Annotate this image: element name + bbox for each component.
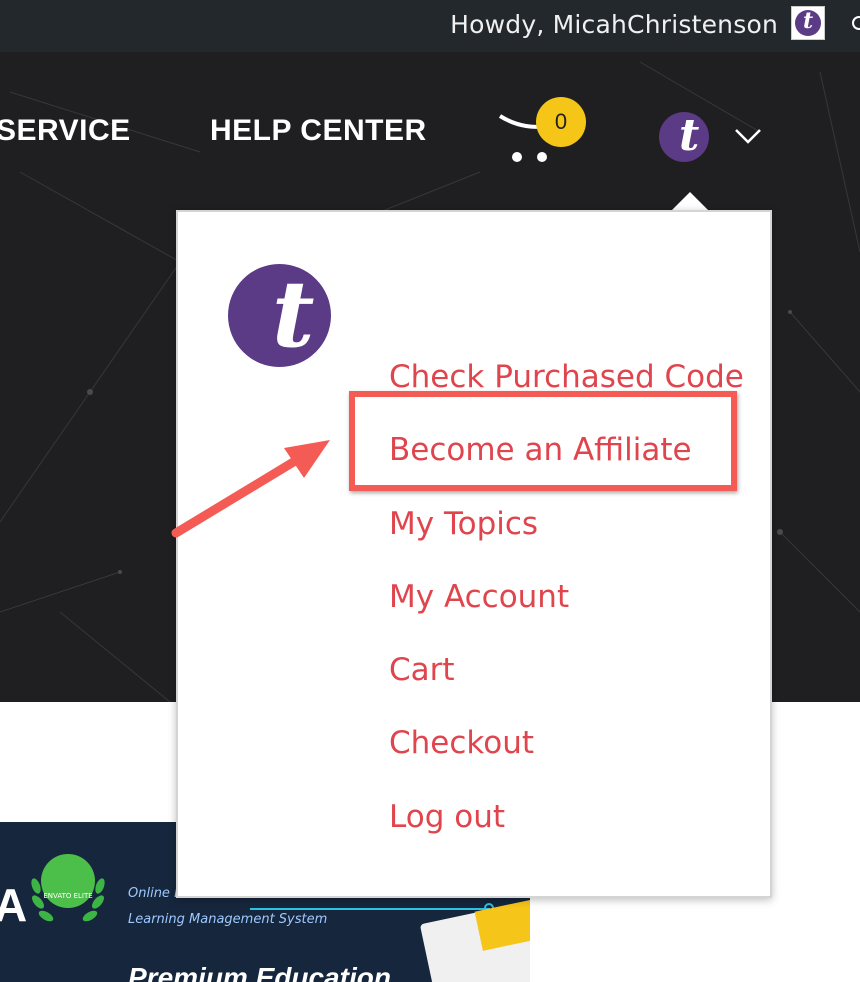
cart-count-badge[interactable]: 0: [536, 97, 586, 147]
menu-item-my-topics[interactable]: My Topics: [389, 504, 744, 577]
nav-item-help-center[interactable]: HELP CENTER: [210, 114, 427, 148]
howdy-greeting[interactable]: Howdy, MicahChristenson: [450, 10, 778, 39]
menu-item-checkout[interactable]: Checkout: [389, 723, 744, 796]
dropdown-caret: [672, 192, 708, 210]
banner-subtitle-1: Online E: [128, 886, 183, 901]
banner-big-letter: A: [0, 879, 28, 931]
user-dropdown-menu: t Check Purchased Code Become an Affilia…: [176, 210, 772, 898]
dropdown-avatar: t: [228, 264, 331, 367]
highlight-annotation-box: [349, 391, 737, 491]
nav-item-service[interactable]: SERVICE: [0, 114, 131, 148]
admin-bar-avatar[interactable]: t: [791, 6, 825, 40]
avatar-letter: t: [803, 8, 814, 34]
search-icon[interactable]: [852, 16, 860, 30]
admin-bar: Howdy, MicahChristenson t: [0, 0, 860, 52]
menu-item-my-account[interactable]: My Account: [389, 577, 744, 650]
avatar-letter: t: [679, 112, 700, 161]
banner-subtitle-2: Learning Management System: [128, 912, 328, 927]
badge-text: ENVATO ELITE: [43, 892, 93, 900]
chevron-down-icon[interactable]: [734, 126, 764, 146]
decorative-line: [250, 908, 490, 910]
user-avatar[interactable]: t: [659, 112, 709, 162]
banner-title: Premium Education: [128, 962, 391, 982]
menu-item-cart[interactable]: Cart: [389, 650, 744, 723]
envato-elite-badge: ENVATO ELITE: [41, 854, 95, 908]
avatar-letter: t: [272, 264, 315, 367]
menu-item-log-out[interactable]: Log out: [389, 797, 744, 870]
